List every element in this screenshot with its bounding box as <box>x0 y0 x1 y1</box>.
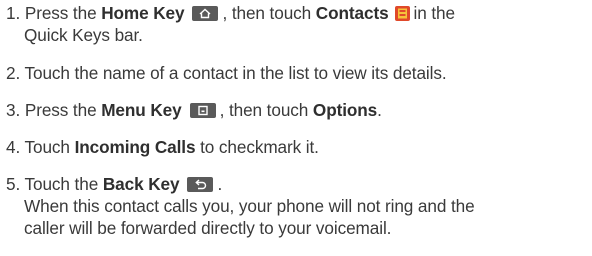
menu-key-icon <box>189 103 216 118</box>
step-5: 5. Touch the Back Key. When this contact… <box>6 173 588 239</box>
step-3: 3. Press the Menu Key , then touch Option… <box>6 99 588 121</box>
step-text: . <box>377 100 382 120</box>
step-text: Touch the <box>24 174 99 194</box>
instruction-list: 1. Press the Home Key , then touch Contac… <box>0 0 592 256</box>
step-text: in the <box>413 3 456 23</box>
step-number: 1. <box>6 3 21 23</box>
back-key-label: Back Key <box>102 174 180 194</box>
step-number: 5. <box>6 174 21 194</box>
step-text: Touch the name of a contact in the list … <box>24 63 447 83</box>
step-4: 4. Touch Incoming Calls to checkmark it. <box>6 136 588 158</box>
step-text: Touch <box>24 137 70 157</box>
step-text: , then touch <box>219 100 309 120</box>
step-text: to checkmark it. <box>200 137 319 157</box>
step-continuation: caller will be forwarded directly to you… <box>24 218 392 238</box>
step-2: 2. Touch the name of a contact in the li… <box>6 62 588 84</box>
contacts-app-icon <box>394 6 410 21</box>
step-number: 2. <box>6 63 21 83</box>
step-text: , then touch <box>222 3 312 23</box>
back-key-icon <box>187 177 214 192</box>
step-continuation: Quick Keys bar. <box>24 25 143 45</box>
home-key-label: Home Key <box>101 3 185 23</box>
options-label: Options <box>312 100 378 120</box>
step-text: . <box>217 174 223 194</box>
step-text: Press the <box>24 100 97 120</box>
step-number: 3. <box>6 100 21 120</box>
step-1: 1. Press the Home Key , then touch Contac… <box>6 2 588 46</box>
step-text: Press the <box>24 3 97 23</box>
home-key-icon <box>192 6 219 21</box>
contacts-label: Contacts <box>315 3 389 23</box>
step-number: 4. <box>6 137 21 157</box>
menu-key-label: Menu Key <box>101 100 182 120</box>
incoming-calls-label: Incoming Calls <box>74 137 196 157</box>
step-continuation: When this contact calls you, your phone … <box>24 196 475 216</box>
